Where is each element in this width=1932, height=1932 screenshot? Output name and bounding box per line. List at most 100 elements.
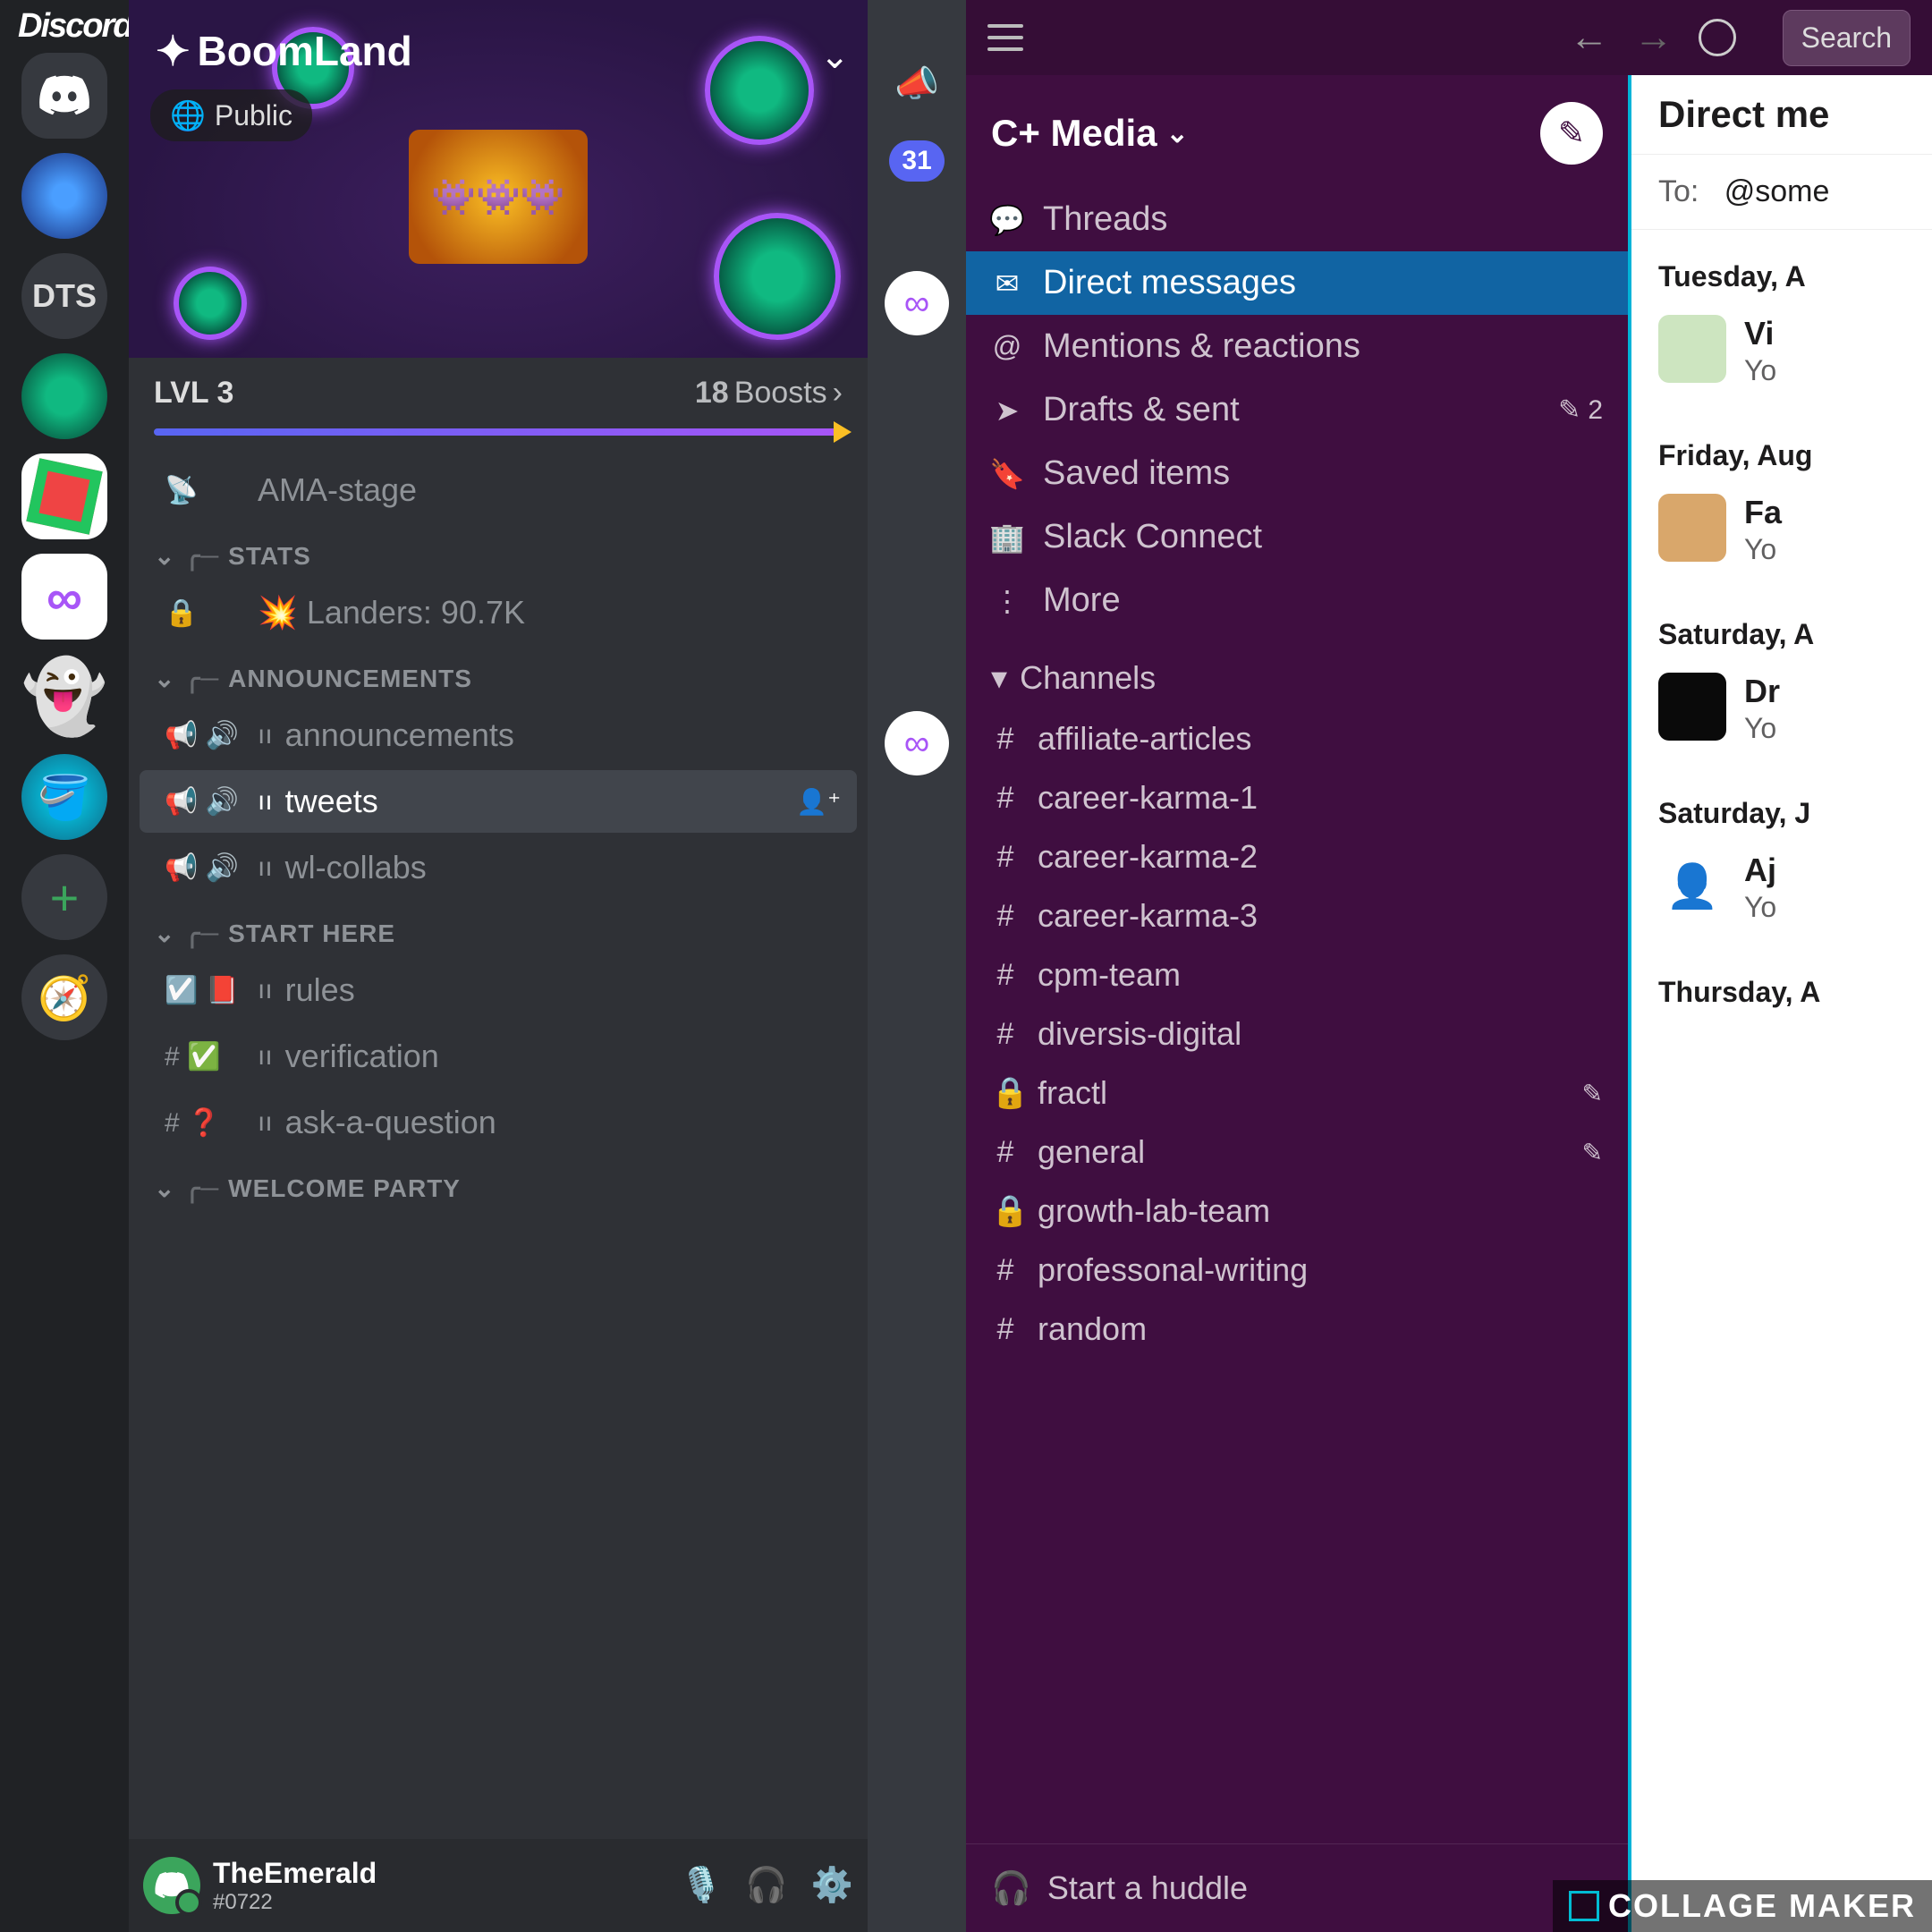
- channel-affiliate-articles[interactable]: #affiliate-articles: [966, 709, 1628, 768]
- self-username[interactable]: TheEmerald#0722: [213, 1857, 377, 1915]
- hash-icon: #: [991, 1253, 1020, 1288]
- date-divider: Thursday, A: [1631, 945, 1932, 1021]
- dm-thread[interactable]: FaYo: [1631, 485, 1932, 588]
- deafen-icon[interactable]: 🎧: [745, 1866, 787, 1905]
- dm-name: Fa: [1744, 494, 1782, 531]
- history-clock-icon[interactable]: [1699, 19, 1736, 56]
- self-avatar[interactable]: [143, 1857, 200, 1914]
- channel-growth-lab-team[interactable]: 🔒growth-lab-team: [966, 1182, 1628, 1241]
- dm-thread[interactable]: ViYo: [1631, 306, 1932, 409]
- hash-icon: #: [991, 781, 1020, 816]
- channel-career-karma-3[interactable]: #career-karma-3: [966, 886, 1628, 945]
- pencil-icon: ✎: [1582, 1079, 1603, 1108]
- channel-cpm-team[interactable]: #cpm-team: [966, 945, 1628, 1004]
- add-user-icon[interactable]: 👤⁺: [796, 787, 841, 817]
- server-item-bucket[interactable]: 🪣: [21, 754, 107, 840]
- mention-count-badge[interactable]: 31: [889, 140, 944, 182]
- dm-preview: Yo: [1744, 712, 1780, 745]
- dm-thread[interactable]: DrYo: [1631, 664, 1932, 767]
- collage-watermark: COLLAGE MAKER: [1553, 1880, 1932, 1932]
- server-item-emerald[interactable]: [21, 353, 107, 439]
- workspace-switcher[interactable]: C+ Media ⌄ ✎: [966, 89, 1628, 188]
- server-item-roblox[interactable]: [21, 453, 107, 539]
- channel-ama-stage[interactable]: 📡AMA-stage: [140, 459, 857, 521]
- channel-diversis-digital[interactable]: #diversis-digital: [966, 1004, 1628, 1063]
- chevron-down-icon: ⌄: [1166, 118, 1189, 149]
- date-divider: Saturday, A: [1631, 588, 1932, 664]
- settings-gear-icon[interactable]: ⚙️: [811, 1866, 853, 1905]
- date-divider: Friday, Aug: [1631, 409, 1932, 485]
- nav-drafts[interactable]: ➤Drafts & sent✎2: [966, 378, 1628, 442]
- at-icon: @: [991, 330, 1023, 363]
- channel-landers[interactable]: 🔒💥 Landers: 90.7K: [140, 581, 857, 644]
- headphones-icon: 🎧: [991, 1869, 1031, 1907]
- nav-slack-connect[interactable]: 🏢Slack Connect: [966, 505, 1628, 569]
- lock-icon: 🔒: [991, 1075, 1020, 1111]
- nav-direct-messages[interactable]: ✉︎Direct messages: [966, 251, 1628, 315]
- channel-career-karma-1[interactable]: #career-karma-1: [966, 768, 1628, 827]
- stage-icon: 📡: [165, 475, 245, 506]
- channel-career-karma-2[interactable]: #career-karma-2: [966, 827, 1628, 886]
- nav-more[interactable]: ⋮More: [966, 569, 1628, 632]
- nav-threads[interactable]: 💬Threads: [966, 188, 1628, 251]
- slack-app: ← → Search C+ Media ⌄ ✎ 💬Threads ✉︎Direc…: [966, 0, 1932, 1932]
- discord-logo-icon: [38, 69, 91, 123]
- channel-ask-a-question[interactable]: # ❓ıı ask-a-question: [140, 1091, 857, 1154]
- server-banner[interactable]: 👾👾👾 ✦ BoomLand 🌐 Public ⌄: [129, 0, 868, 358]
- hash-icon: # ❓: [165, 1107, 245, 1139]
- channel-rules[interactable]: ☑️ 📕ıı rules: [140, 959, 857, 1021]
- channel-verification[interactable]: # ✅ıı verification: [140, 1025, 857, 1088]
- slack-main: Direct me To: @some Tuesday, AViYoFriday…: [1631, 75, 1932, 1932]
- channels-section-header[interactable]: ▾Channels: [966, 632, 1628, 709]
- server-list: Discord DTS ∞ 👻 🪣 + 🧭: [0, 0, 129, 1932]
- channel-sidebar: 👾👾👾 ✦ BoomLand 🌐 Public ⌄ LVL 3 18 Boost…: [129, 0, 868, 1932]
- server-item-anime[interactable]: [21, 153, 107, 239]
- mute-mic-icon[interactable]: 🎙️: [680, 1866, 722, 1905]
- date-divider: Saturday, J: [1631, 767, 1932, 843]
- explore-servers-button[interactable]: 🧭: [21, 954, 107, 1040]
- channel-professonal-writing[interactable]: #professonal-writing: [966, 1241, 1628, 1300]
- dm-name: Aj: [1744, 852, 1776, 889]
- category-announcements[interactable]: ⌄╭─ANNOUNCEMENTS: [129, 646, 868, 702]
- rules-icon: ☑️ 📕: [165, 975, 245, 1006]
- bookmark-icon: 🔖: [991, 457, 1023, 491]
- category-welcome-party[interactable]: ⌄╭─WELCOME PARTY: [129, 1156, 868, 1212]
- server-item-cloud[interactable]: ∞: [21, 554, 107, 640]
- start-huddle-button[interactable]: 🎧Start a huddle: [966, 1843, 1628, 1932]
- server-menu-chevron[interactable]: ⌄: [819, 36, 850, 77]
- nav-back-icon[interactable]: ←: [1570, 15, 1609, 60]
- member-avatar-1[interactable]: ∞: [885, 271, 949, 335]
- dm-preview: Yo: [1744, 354, 1776, 387]
- hash-icon: # ✅: [165, 1041, 245, 1072]
- compose-button[interactable]: ✎: [1540, 102, 1603, 165]
- dm-name: Dr: [1744, 673, 1780, 710]
- channel-wl-collabs[interactable]: 📢 🔊ıı wl-collabs: [140, 836, 857, 899]
- hash-icon: #: [991, 1312, 1020, 1347]
- date-divider: Tuesday, A: [1631, 230, 1932, 306]
- channel-general[interactable]: #general✎: [966, 1123, 1628, 1182]
- server-item-dts[interactable]: DTS: [21, 253, 107, 339]
- channel-tweets[interactable]: 📢 🔊ıı tweets👤⁺: [140, 770, 857, 833]
- dm-name: Vi: [1744, 315, 1776, 352]
- dm-to-field[interactable]: To: @some: [1631, 155, 1932, 230]
- nav-saved[interactable]: 🔖Saved items: [966, 442, 1628, 505]
- category-start-here[interactable]: ⌄╭─START HERE: [129, 901, 868, 957]
- server-home[interactable]: [21, 53, 107, 139]
- dm-thread[interactable]: 👤AjYo: [1631, 843, 1932, 945]
- nav-mentions[interactable]: @Mentions & reactions: [966, 315, 1628, 378]
- hash-icon: #: [991, 899, 1020, 934]
- channel-fractl[interactable]: 🔒fractl✎: [966, 1063, 1628, 1123]
- boost-level-row[interactable]: LVL 3 18 Boosts ›: [129, 358, 868, 428]
- megaphone-icon: 📢 🔊: [165, 852, 245, 884]
- add-server-button[interactable]: +: [21, 854, 107, 940]
- member-avatar-2[interactable]: ∞: [885, 711, 949, 775]
- channel-random[interactable]: #random: [966, 1300, 1628, 1359]
- slack-top-bar: ← → Search: [966, 0, 1932, 75]
- category-stats[interactable]: ⌄╭─STATS: [129, 523, 868, 580]
- search-input[interactable]: Search: [1783, 10, 1911, 66]
- channel-announcements[interactable]: 📢 🔊ıı announcements: [140, 704, 857, 767]
- server-item-red[interactable]: 👻: [21, 654, 107, 740]
- hamburger-menu-icon[interactable]: [987, 24, 1023, 51]
- avatar: [1658, 315, 1726, 383]
- nav-forward-icon[interactable]: →: [1634, 15, 1674, 60]
